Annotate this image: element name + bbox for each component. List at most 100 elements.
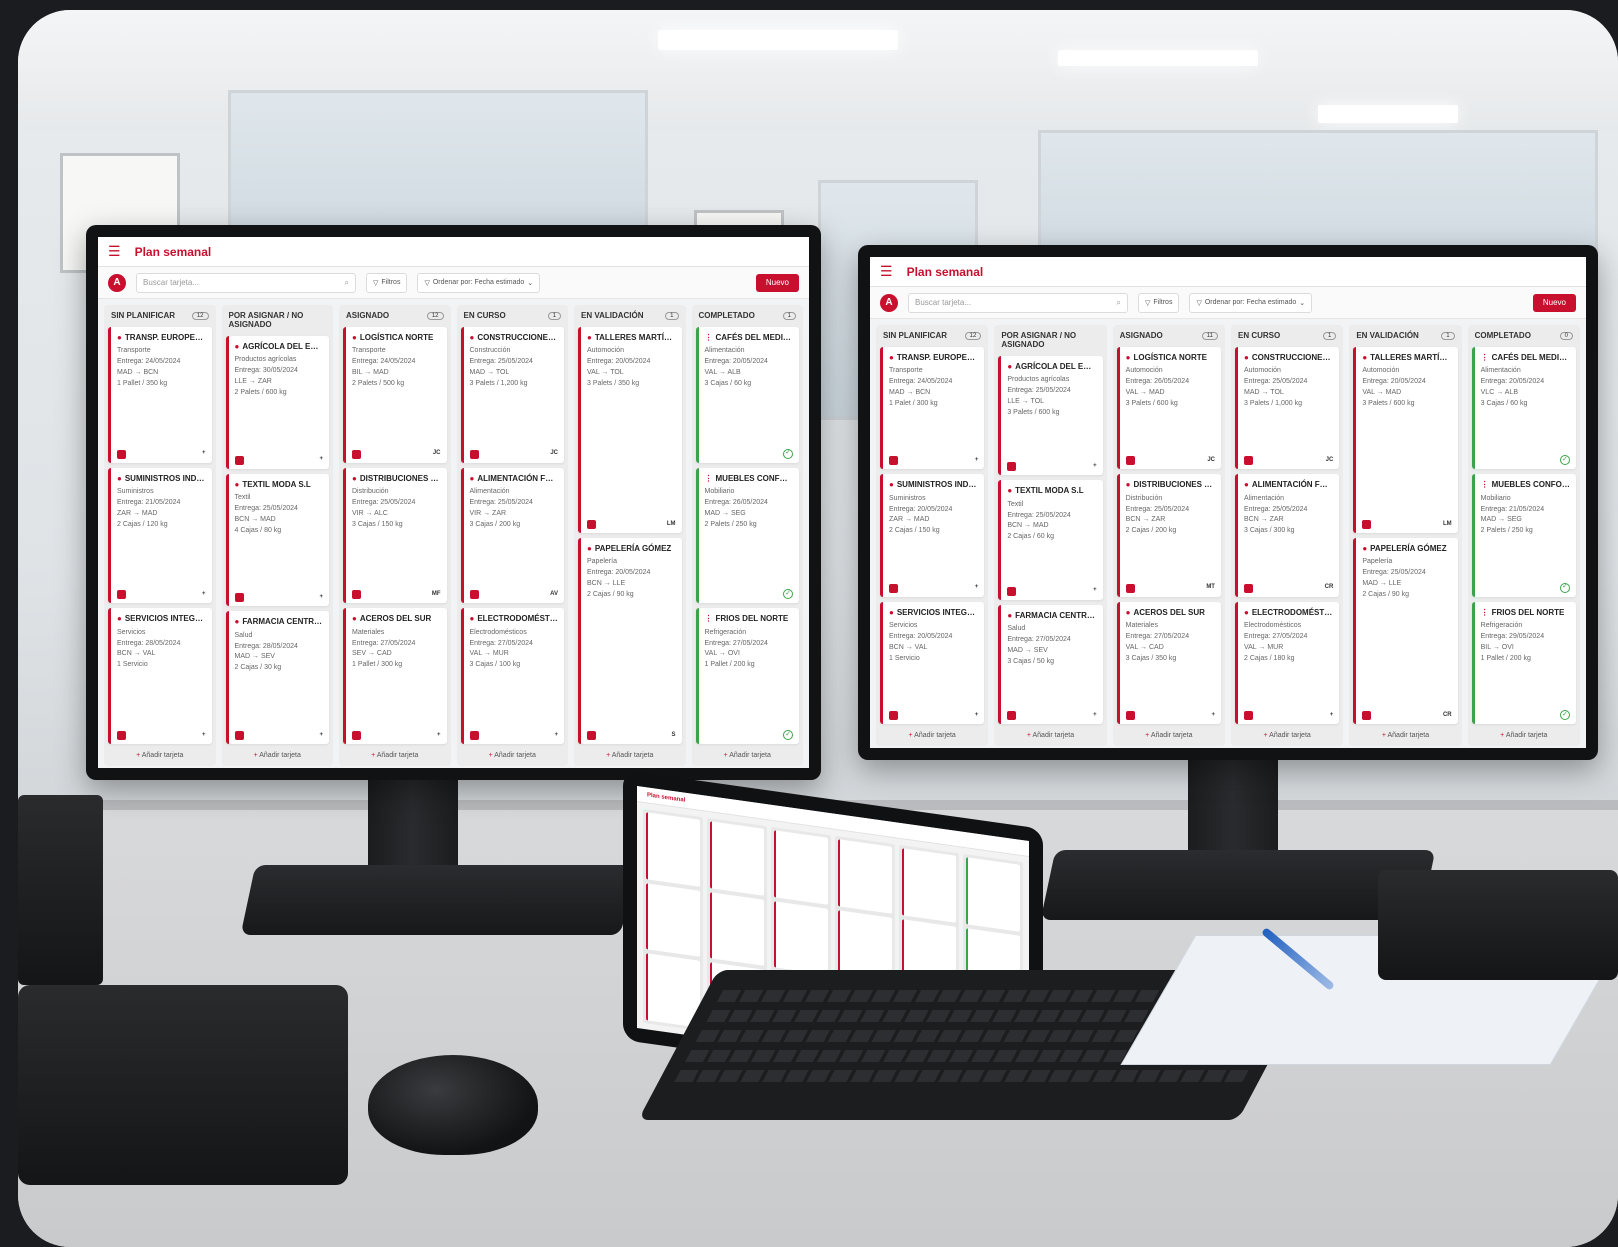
card-category: Alimentación — [469, 488, 510, 496]
add-icon[interactable]: + — [202, 449, 206, 458]
add-icon[interactable]: + — [1330, 711, 1334, 720]
add-card-button[interactable]: + Añadir tarjeta — [880, 729, 984, 742]
add-card-label: Añadir tarjeta — [611, 752, 654, 759]
task-card[interactable]: ● LOGÍSTICA NORTE Automoción Entrega: 26/05… — [1116, 347, 1221, 470]
task-card[interactable]: ⋮ MUEBLES CONFORT Mobiliario Entrega: 21/05… — [1471, 474, 1576, 597]
menu-icon[interactable]: ☰ — [108, 243, 121, 260]
task-card[interactable]: ⋮ MUEBLES CONFORT Mobiliario Entrega: 26/05… — [695, 467, 799, 604]
add-icon[interactable]: + — [202, 590, 206, 599]
add-icon[interactable]: + — [319, 455, 323, 464]
task-card[interactable]: ● ACEROS DEL SUR Materiales Entrega: 27/05/… — [343, 608, 447, 745]
task-card[interactable]: ●ALIMENTACIÓN FRESCA Alimentación Entrega:… — [460, 467, 564, 604]
add-card-button[interactable]: + Añadir tarjeta — [998, 729, 1102, 742]
task-card[interactable]: ●CONSTRUCCIONES & CÍA Construcción Entrega… — [460, 327, 564, 463]
add-card-button[interactable]: + Añadir tarjeta — [108, 749, 212, 762]
card-load: 2 Cajas / 90 kg — [1362, 590, 1410, 598]
task-card[interactable]: ● TEXTIL MODA S.L Textil Entrega: 25/05/202… — [225, 473, 329, 607]
task-card[interactable]: ● AGRÍCOLA DEL EBRO Productos agrícolas Ent… — [225, 336, 329, 469]
card-category: Alimentación — [1243, 494, 1285, 502]
tablet-card[interactable] — [710, 891, 764, 967]
card-category: Automoción — [1243, 367, 1281, 375]
tablet-card[interactable] — [646, 812, 700, 887]
add-icon[interactable]: + — [1093, 462, 1097, 471]
add-card-button[interactable]: + Añadir tarjeta — [1235, 729, 1339, 742]
add-icon[interactable]: + — [1093, 586, 1097, 595]
filters-button[interactable]: ▽ Filtros — [366, 272, 408, 293]
card-delivery-date: Entrega: 28/05/2024 — [234, 642, 298, 650]
card-name: AGRÍCOLA DEL EBRO — [1015, 362, 1097, 371]
tablet-card[interactable] — [774, 830, 828, 905]
add-card-button[interactable]: + Añadir tarjeta — [1472, 729, 1576, 742]
task-card[interactable]: ●SUMINISTROS INDUSTRIALES Suministros Entr… — [880, 474, 985, 597]
new-button[interactable]: Nuevo — [755, 273, 799, 292]
tablet-card[interactable] — [902, 848, 956, 923]
sort-dropdown[interactable]: ▽ Ordenar por: Fecha estimado ⌄ — [1189, 292, 1313, 313]
task-card[interactable]: ● FARMACIA CENTRAL Salud Entrega: 28/05/202… — [225, 611, 329, 745]
card-footer: + — [889, 583, 979, 593]
sort-label: Ordenar por: Fecha estimado — [432, 279, 525, 286]
add-icon[interactable]: + — [319, 731, 323, 740]
add-card-button[interactable]: + Añadir tarjeta — [343, 749, 447, 762]
task-card[interactable]: ● TALLERES MARTÍNEZ Automoción Entrega: 20/… — [578, 327, 682, 533]
task-card[interactable]: ● TALLERES MARTÍNEZ Automoción Entrega: 20/… — [1353, 347, 1458, 533]
add-card-button[interactable]: + Añadir tarjeta — [226, 749, 330, 762]
card-route: MAD → SEV — [234, 653, 275, 661]
search-input[interactable]: Buscar tarjeta... ⌕ — [136, 272, 356, 293]
add-icon[interactable]: + — [202, 731, 206, 740]
add-card-button[interactable]: + Añadir tarjeta — [578, 749, 682, 762]
task-card[interactable]: ●DISTRIBUCIONES LEVANTE Distribución Entre… — [343, 467, 447, 604]
task-card[interactable]: ● PAPELERÍA GÓMEZ Papelería Entrega: 25/05/… — [1353, 538, 1458, 724]
tablet-card[interactable] — [966, 857, 1020, 932]
card-route: BCN → MAD — [1007, 522, 1049, 530]
add-card-button[interactable]: + Añadir tarjeta — [1117, 729, 1221, 742]
task-card[interactable]: ● ACEROS DEL SUR Materiales Entrega: 27/05/… — [1116, 601, 1221, 724]
card-title: ●SERVICIOS INTEGRALES — [889, 607, 978, 619]
task-card[interactable]: ⋮CAFÉS DEL MEDITERRÁNEO Alimentación Entre… — [1471, 347, 1576, 470]
add-icon[interactable]: + — [975, 583, 979, 592]
task-card[interactable]: ●SUMINISTROS INDUSTRIALES Suministros Entr… — [108, 467, 212, 604]
task-card[interactable]: ●SERVICIOS INTEGRALES Servicios Entrega: 2… — [880, 601, 985, 724]
add-icon[interactable]: + — [319, 593, 323, 602]
task-card[interactable]: ● PAPELERÍA GÓMEZ Papelería Entrega: 20/05/… — [578, 538, 682, 744]
task-card[interactable]: ●ELECTRODOMÉSTICOS DELUXE Electrodoméstic… — [460, 608, 564, 745]
task-card[interactable]: ● TEXTIL MODA S.L Textil Entrega: 25/05/202… — [998, 480, 1103, 600]
new-button[interactable]: Nuevo — [1532, 293, 1576, 312]
task-card[interactable]: ●ELECTRODOMÉSTICOS DELUXE Electrodoméstic… — [1234, 601, 1340, 724]
add-icon[interactable]: + — [975, 456, 979, 465]
card-name: CONSTRUCCIONES & CÍA — [477, 333, 558, 342]
card-footer: LM — [1362, 519, 1452, 529]
add-icon[interactable]: + — [1093, 711, 1097, 720]
board-column: ASIGNADO 11 ● LOGÍSTICA NORTE Automoción Entr… — [1112, 325, 1225, 746]
filters-button[interactable]: ▽ Filtros — [1138, 292, 1180, 313]
add-card-button[interactable]: + Añadir tarjeta — [1353, 729, 1457, 742]
task-card[interactable]: ⋮ FRIOS DEL NORTE Refrigeración Entrega: 27… — [695, 608, 799, 745]
tablet-card[interactable] — [646, 882, 700, 958]
task-card[interactable]: ● FARMACIA CENTRAL Salud Entrega: 27/05/202… — [998, 604, 1103, 724]
card-category: Distribución — [352, 488, 389, 496]
card-route: MAD → TOL — [1243, 389, 1284, 397]
task-card[interactable]: ●ALIMENTACIÓN FRESCA Alimentación Entrega:… — [1234, 474, 1340, 597]
task-card[interactable]: ●SERVICIOS INTEGRALES Servicios Entrega: 2… — [108, 608, 212, 745]
sort-dropdown[interactable]: ▽ Ordenar por: Fecha estimado ⌄ — [417, 272, 541, 293]
add-card-button[interactable]: + Añadir tarjeta — [696, 749, 800, 762]
tablet-card[interactable] — [838, 839, 892, 914]
search-input[interactable]: Buscar tarjeta... ⌕ — [908, 292, 1128, 313]
task-card[interactable]: ⋮ FRIOS DEL NORTE Refrigeración Entrega: 29… — [1471, 601, 1576, 724]
tablet-card[interactable] — [774, 900, 828, 976]
add-card-button[interactable]: + Añadir tarjeta — [461, 749, 565, 762]
card-delivery-date: Entrega: 20/05/2024 — [1480, 378, 1545, 386]
add-icon[interactable]: + — [1211, 711, 1215, 720]
task-card[interactable]: ●TRANSP. EUROPEO S.L. Transporte Entrega: … — [108, 327, 212, 463]
task-card[interactable]: ●CONSTRUCCIONES & CÍA Automoción Entrega: … — [1234, 347, 1340, 470]
task-card[interactable]: ●DISTRIBUCIONES LEVANTE Distribución Entre… — [1116, 474, 1221, 597]
add-icon[interactable]: + — [975, 711, 979, 720]
task-card[interactable]: ●TRANSP. EUROPEO S.L. Transporte Entrega: … — [880, 347, 985, 470]
task-card[interactable]: ⋮CAFÉS DEL MEDITERRÁNEO Alimentación Entre… — [695, 327, 799, 463]
task-card[interactable]: ● LOGÍSTICA NORTE Transporte Entrega: 24/05… — [343, 327, 447, 463]
add-icon[interactable]: + — [437, 731, 441, 740]
tag-icon — [889, 456, 898, 466]
menu-icon[interactable]: ☰ — [880, 263, 893, 280]
tablet-card[interactable] — [710, 821, 764, 896]
add-icon[interactable]: + — [554, 731, 558, 740]
task-card[interactable]: ● AGRÍCOLA DEL EBRO Productos agrícolas Ent… — [998, 356, 1103, 476]
